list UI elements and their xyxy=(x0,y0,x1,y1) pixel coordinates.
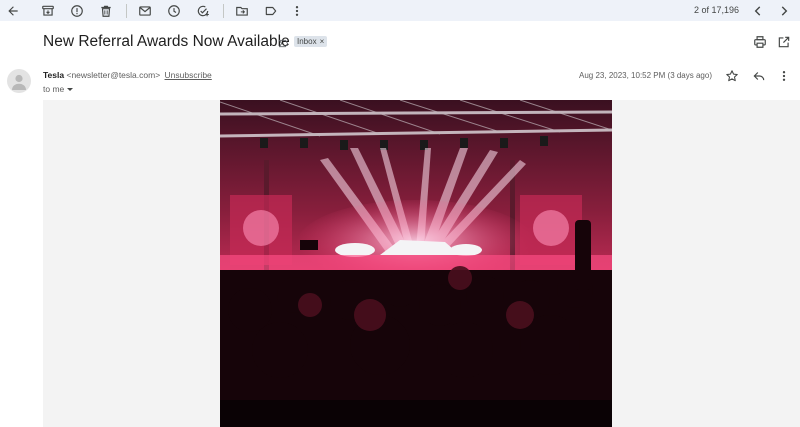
toolbar-divider xyxy=(223,4,224,18)
recipient-details-toggle[interactable]: to me xyxy=(43,84,74,94)
reply-icon[interactable] xyxy=(752,69,766,83)
open-in-new-window-icon[interactable] xyxy=(777,35,791,49)
sender-avatar xyxy=(7,69,31,93)
more-options-icon[interactable] xyxy=(777,69,791,83)
remove-label-close-icon[interactable]: × xyxy=(320,36,325,47)
snooze-icon[interactable] xyxy=(165,2,183,20)
mark-unread-icon[interactable] xyxy=(136,2,154,20)
recipient-label: to me xyxy=(43,84,65,94)
importance-marker-icon[interactable] xyxy=(278,36,289,48)
newer-chevron-left-icon[interactable] xyxy=(749,2,767,20)
back-icon[interactable] xyxy=(4,2,22,20)
toolbar: 2 of 17,196 xyxy=(0,0,800,21)
unsubscribe-link[interactable]: Unsubscribe xyxy=(165,70,212,80)
sender-email: <newsletter@tesla.com> xyxy=(66,70,161,80)
sender-line: Tesla <newsletter@tesla.com> Unsubscribe xyxy=(43,70,212,80)
inbox-label-text: Inbox xyxy=(297,37,317,46)
print-icon[interactable] xyxy=(753,35,767,49)
delete-icon[interactable] xyxy=(97,2,115,20)
star-icon[interactable] xyxy=(725,69,739,83)
caret-down-icon xyxy=(67,87,74,91)
archive-icon[interactable] xyxy=(39,2,57,20)
page-count: 2 of 17,196 xyxy=(693,5,739,15)
move-to-icon[interactable] xyxy=(233,2,251,20)
report-spam-icon[interactable] xyxy=(68,2,86,20)
sender-name[interactable]: Tesla xyxy=(43,70,64,80)
add-to-tasks-icon[interactable] xyxy=(194,2,212,20)
older-chevron-right-icon[interactable] xyxy=(775,2,793,20)
inbox-label-chip: Inbox × xyxy=(294,36,328,47)
email-date: Aug 23, 2023, 10:52 PM (3 days ago) xyxy=(579,71,712,80)
email-subject: New Referral Awards Now Available xyxy=(43,33,290,50)
label-icon[interactable] xyxy=(262,2,280,20)
toolbar-divider xyxy=(126,4,127,18)
more-icon[interactable] xyxy=(288,2,306,20)
hero-concert-image[interactable] xyxy=(220,100,612,427)
